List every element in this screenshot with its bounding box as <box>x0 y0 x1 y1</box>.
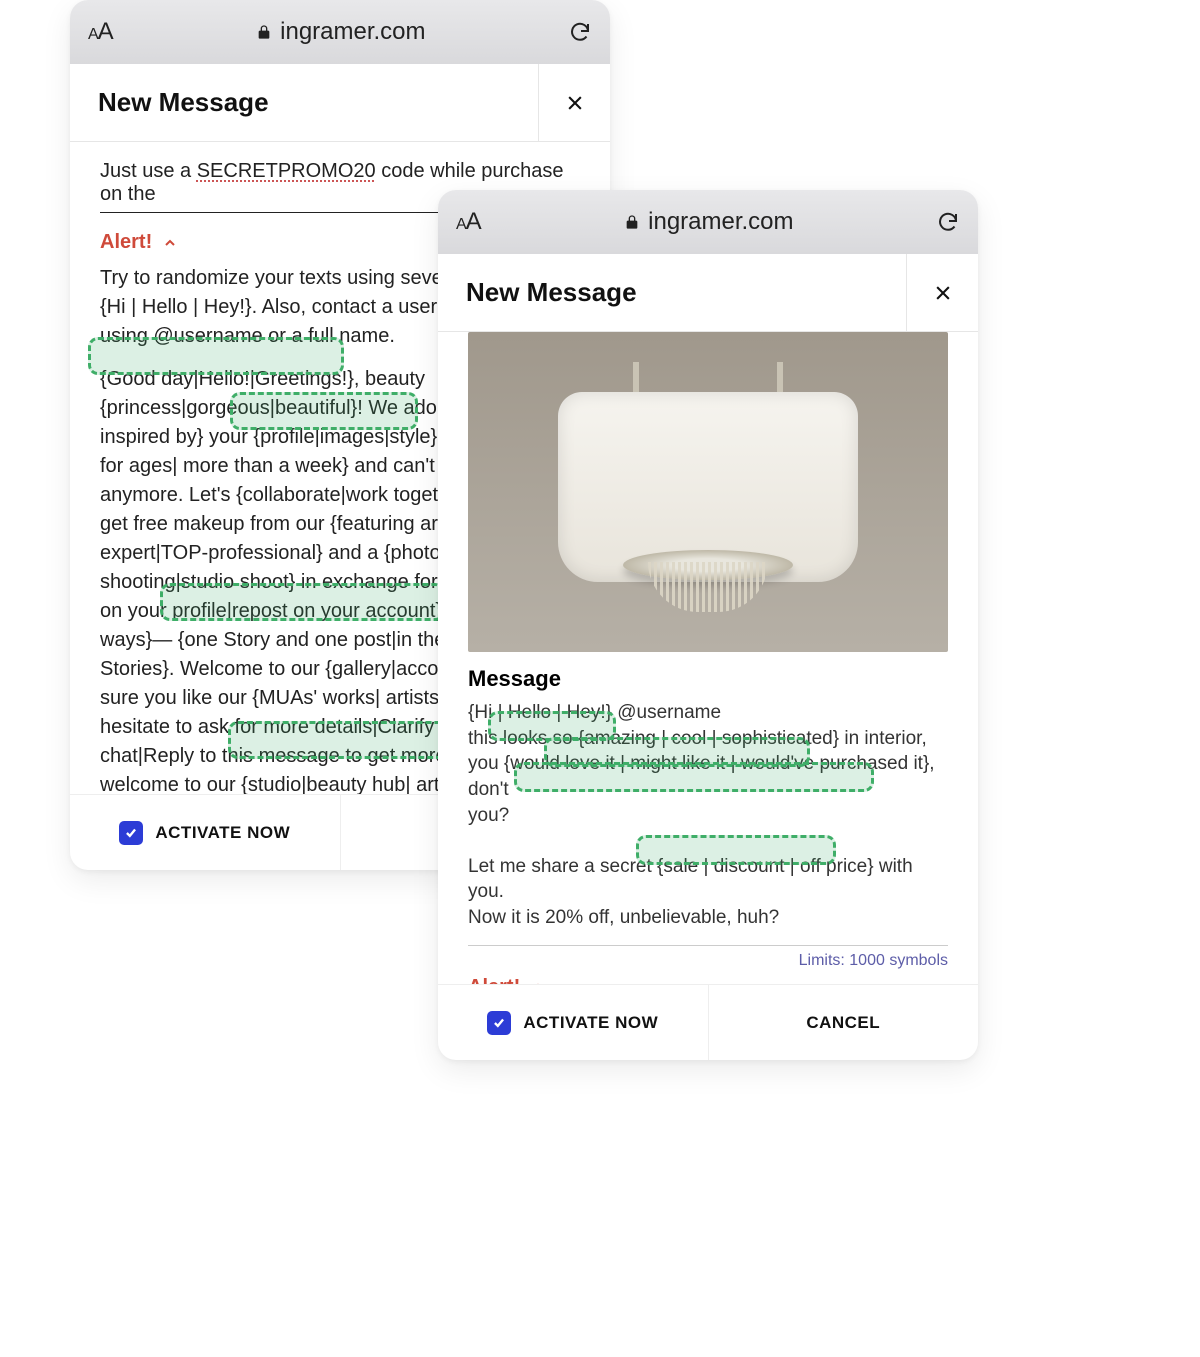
cancel-label: CANCEL <box>806 1013 880 1033</box>
reload-icon[interactable] <box>568 20 592 44</box>
attached-image[interactable] <box>468 332 948 652</box>
alert-label: Alert! <box>468 976 520 984</box>
browser-domain: ingramer.com <box>280 18 425 46</box>
close-button[interactable] <box>906 254 978 331</box>
activate-label: ACTIVATE NOW <box>155 823 290 843</box>
promo-code: SECRETPROMO20 <box>197 160 376 182</box>
char-limit-label: Limits: 1000 symbols <box>468 952 948 970</box>
modal-header: New Message <box>70 64 610 142</box>
browser-domain: ingramer.com <box>648 208 793 236</box>
alert-toggle[interactable]: Alert! <box>468 976 948 984</box>
alert-label: Alert! <box>100 231 152 254</box>
modal-title: New Message <box>70 87 538 118</box>
chandelier-illustration <box>538 362 878 622</box>
checkbox-checked-icon <box>119 821 143 845</box>
browser-addressbar: AA ingramer.com <box>438 190 978 254</box>
close-button[interactable] <box>538 64 610 141</box>
close-icon <box>565 93 585 113</box>
cancel-button[interactable]: CANCEL <box>708 985 979 1060</box>
modal-header: New Message <box>438 254 978 332</box>
text-size-icon[interactable]: AA <box>88 18 114 46</box>
activate-now-button[interactable]: ACTIVATE NOW <box>438 985 708 1060</box>
lock-icon <box>256 23 272 41</box>
chevron-up-icon <box>162 235 178 251</box>
lock-icon <box>624 213 640 231</box>
modal-body: Message {Hi | Hello | Hey!} @username th… <box>438 332 978 984</box>
reload-icon[interactable] <box>936 210 960 234</box>
promo-prefix: Just use a <box>100 160 197 182</box>
checkbox-checked-icon <box>487 1011 511 1035</box>
action-bar: ACTIVATE NOW CANCEL <box>438 984 978 1060</box>
close-icon <box>933 283 953 303</box>
activate-label: ACTIVATE NOW <box>523 1013 658 1033</box>
message-textarea[interactable]: {Hi | Hello | Hey!} @username this looks… <box>468 700 948 946</box>
browser-addressbar: AA ingramer.com <box>70 0 610 64</box>
phone-preview-front: AA ingramer.com New Message Message {Hi … <box>438 190 978 1060</box>
modal-title: New Message <box>438 277 906 308</box>
message-field-label: Message <box>468 666 948 692</box>
activate-now-button[interactable]: ACTIVATE NOW <box>70 795 340 870</box>
text-size-icon[interactable]: AA <box>456 208 482 236</box>
